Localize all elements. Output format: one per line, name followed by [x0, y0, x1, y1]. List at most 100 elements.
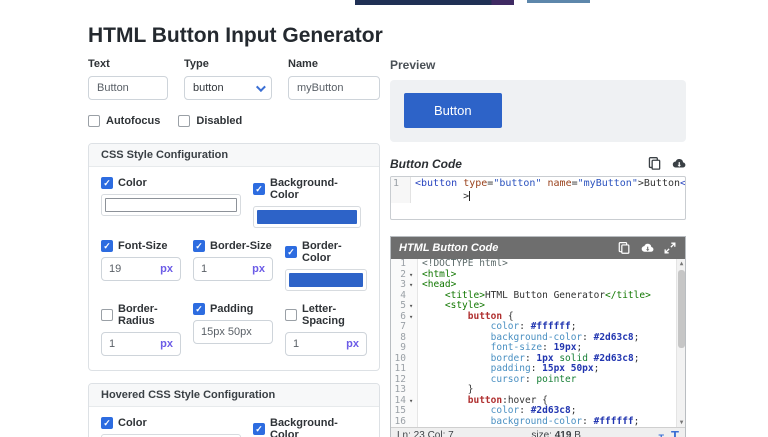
padding-label: Padding	[210, 303, 254, 315]
disabled-label: Disabled	[196, 115, 243, 127]
background-color-picker[interactable]	[253, 206, 361, 228]
hover-color-label: Color	[118, 417, 147, 429]
html-code-editor[interactable]: 1 <!DOCTYPE html> 2 ▾ <html> 3 ▾ <head> 4 <title…	[391, 259, 685, 427]
font-size-input[interactable]: 19 px	[101, 257, 181, 281]
background-color-label: Background-Color	[270, 177, 338, 201]
color-swatch	[105, 198, 237, 212]
text-input[interactable]: Button	[88, 76, 168, 100]
name-input-value: myButton	[297, 82, 344, 94]
type-select-value: button	[193, 82, 224, 94]
color-group: Color	[101, 177, 241, 228]
file-size-value: 419	[554, 429, 572, 437]
letter-spacing-value: 1	[293, 338, 300, 350]
font-decrease-button[interactable]: T	[659, 433, 665, 437]
copy-icon[interactable]	[647, 156, 662, 171]
file-size-unit: B	[574, 429, 581, 437]
border-size-label: Border-Size	[210, 240, 272, 252]
border-size-input[interactable]: 1 px	[193, 257, 273, 281]
download-icon[interactable]	[640, 241, 654, 255]
vertical-scrollbar[interactable]: ▲ ▼	[676, 259, 685, 427]
hover-color-group: Color	[101, 417, 241, 437]
basic-fields-row: Text Button Type button Name myButton	[88, 58, 380, 100]
border-color-label: Border-Color	[302, 240, 342, 264]
editor-statusbar: Ln: 23 Col: 7 size: 419 B T T	[391, 427, 685, 437]
hover-background-group: Background-Color	[253, 417, 361, 437]
border-radius-value: 1	[109, 338, 116, 350]
hover-color-checkbox[interactable]	[101, 417, 113, 429]
border-color-group: Border-Color	[285, 240, 367, 291]
padding-checkbox[interactable]	[193, 303, 205, 315]
browser-chrome-fragment-right	[527, 0, 590, 3]
download-icon[interactable]	[671, 156, 686, 171]
chevron-down-icon	[255, 81, 266, 92]
border-radius-input[interactable]: 1 px	[101, 332, 181, 356]
html-code-title: HTML Button Code	[399, 242, 499, 254]
type-select[interactable]: button	[184, 76, 272, 100]
button-code-header: Button Code	[390, 155, 686, 172]
letter-spacing-checkbox[interactable]	[285, 309, 297, 321]
preview-label: Preview	[390, 58, 436, 72]
page-root: HTML Button Input Generator Text Button …	[0, 0, 768, 437]
border-color-picker[interactable]	[285, 269, 367, 291]
disabled-checkbox-item[interactable]: Disabled	[178, 115, 242, 127]
hover-style-card: Hovered CSS Style Configuration Color Ba…	[88, 383, 380, 437]
name-input[interactable]: myButton	[288, 76, 380, 100]
color-checkbox[interactable]	[101, 177, 113, 189]
type-field-label: Type	[184, 58, 209, 70]
text-field-group: Text Button	[88, 58, 168, 100]
padding-value: 15px 50px	[201, 326, 252, 338]
css-style-card-title: CSS Style Configuration	[89, 144, 379, 167]
border-size-unit: px	[252, 263, 265, 275]
scroll-up-arrow[interactable]: ▲	[677, 259, 685, 268]
background-color-group: Background-Color	[253, 177, 361, 228]
expand-icon[interactable]	[663, 241, 677, 255]
preview-button[interactable]: Button	[404, 93, 502, 128]
border-size-value: 1	[201, 263, 208, 275]
text-field-label: Text	[88, 58, 110, 70]
font-size-group: Font-Size 19 px	[101, 240, 181, 291]
font-size-value: 19	[109, 263, 122, 275]
cursor-position: Ln: 23 Col: 7	[397, 429, 454, 437]
font-size-label: Font-Size	[118, 240, 168, 252]
autofocus-checkbox-item[interactable]: Autofocus	[88, 115, 160, 127]
hover-background-checkbox[interactable]	[253, 423, 265, 435]
letter-spacing-unit: px	[346, 338, 359, 350]
css-style-card: CSS Style Configuration Color Background	[88, 143, 380, 371]
background-color-swatch	[257, 210, 357, 224]
border-color-swatch	[289, 273, 363, 287]
scrollbar-thumb[interactable]	[678, 270, 685, 348]
text-input-value: Button	[97, 82, 129, 94]
font-border-row: Font-Size 19 px Border-Size 1	[101, 240, 367, 291]
autofocus-checkbox[interactable]	[88, 115, 100, 127]
padding-input[interactable]: 15px 50px	[193, 320, 273, 344]
button-code-title: Button Code	[390, 156, 462, 171]
border-radius-label: Border-Radius	[118, 303, 158, 327]
font-increase-button[interactable]: T	[671, 428, 679, 437]
letter-spacing-input[interactable]: 1 px	[285, 332, 367, 356]
color-picker[interactable]	[101, 194, 241, 216]
preview-panel: Button	[390, 80, 686, 142]
file-size-prefix: size:	[531, 429, 552, 437]
border-size-group: Border-Size 1 px	[193, 240, 273, 291]
hover-background-label: Background-Color	[270, 417, 338, 437]
border-color-checkbox[interactable]	[285, 246, 297, 258]
letter-spacing-group: Letter-Spacing 1 px	[285, 303, 367, 356]
border-radius-checkbox[interactable]	[101, 309, 113, 321]
font-size-checkbox[interactable]	[101, 240, 113, 252]
generator-form-column: Text Button Type button Name myButton Au…	[88, 58, 380, 437]
border-radius-group: Border-Radius 1 px	[101, 303, 181, 356]
border-size-checkbox[interactable]	[193, 240, 205, 252]
hover-style-card-body: Color Background-Color	[89, 407, 379, 437]
scroll-down-arrow[interactable]: ▼	[677, 418, 685, 427]
disabled-checkbox[interactable]	[178, 115, 191, 127]
background-color-checkbox[interactable]	[253, 183, 265, 195]
browser-chrome-fragment-left	[355, 0, 514, 5]
copy-icon[interactable]	[617, 241, 631, 255]
name-field-label: Name	[288, 58, 318, 70]
autofocus-label: Autofocus	[106, 115, 161, 127]
color-label: Color	[118, 177, 147, 189]
hover-style-card-title: Hovered CSS Style Configuration	[89, 384, 379, 407]
button-code-editor[interactable]: 1 <button type="button" name="myButton">B…	[390, 176, 686, 220]
html-code-panel: HTML Button Code 1 <!DOCTYPE html> 2 ▾ <…	[390, 236, 686, 437]
output-column: Preview Button Button Code 1 <button typ…	[390, 58, 686, 437]
